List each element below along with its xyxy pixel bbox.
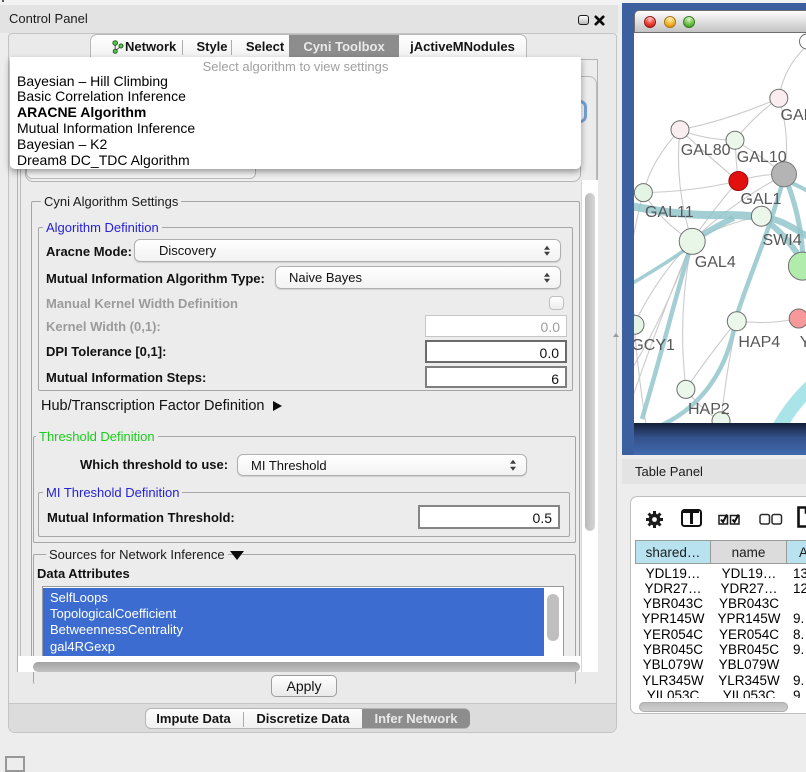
svg-text:SWI4: SWI4 <box>763 232 802 249</box>
svg-text:HAP2: HAP2 <box>688 401 730 418</box>
svg-text:GCY1: GCY1 <box>634 337 675 354</box>
svg-text:Y: Y <box>800 334 806 351</box>
svg-text:GAL80: GAL80 <box>681 142 731 159</box>
svg-text:GAL1: GAL1 <box>741 191 782 208</box>
svg-text:GAL11: GAL11 <box>645 204 694 221</box>
svg-text:GAL10: GAL10 <box>737 149 787 166</box>
svg-text:HAP4: HAP4 <box>738 334 780 351</box>
svg-text:GAL: GAL <box>781 107 806 124</box>
svg-text:GAL4: GAL4 <box>695 254 736 271</box>
